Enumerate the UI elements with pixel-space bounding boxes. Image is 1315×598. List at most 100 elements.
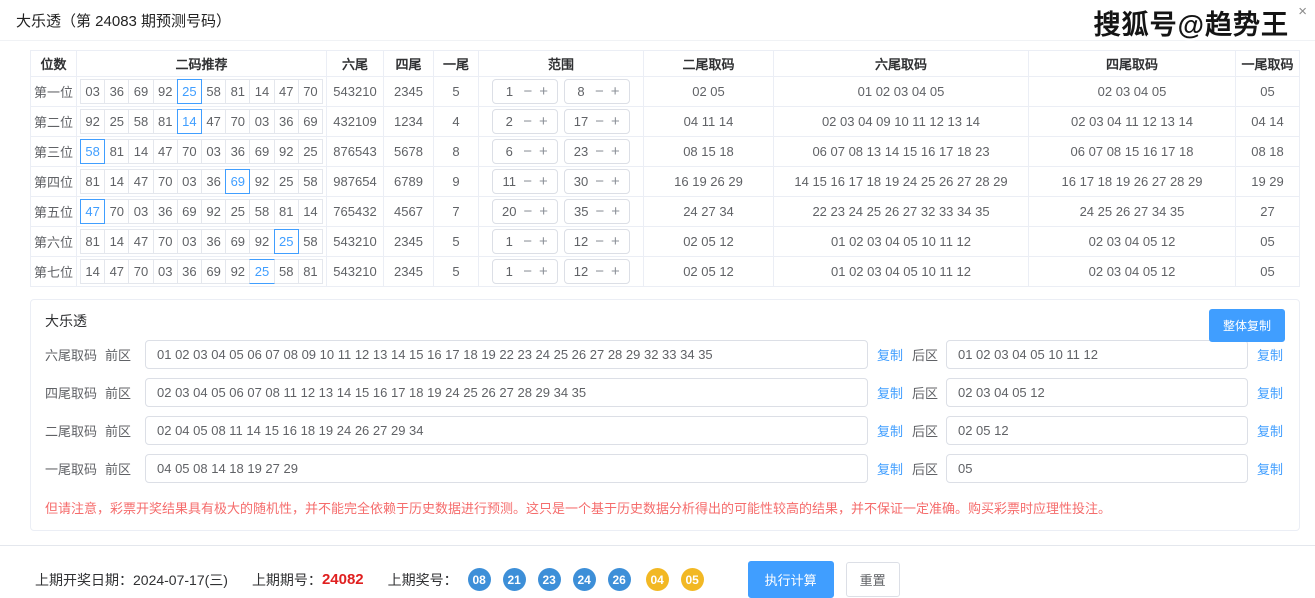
- code-cell[interactable]: 69: [177, 199, 202, 224]
- close-icon[interactable]: ×: [1298, 4, 1307, 19]
- code-cell[interactable]: 25: [274, 169, 299, 194]
- code-cell[interactable]: 58: [201, 79, 226, 104]
- code-cell[interactable]: 58: [249, 199, 274, 224]
- increment-button[interactable]: +: [539, 204, 548, 219]
- code-cell[interactable]: 03: [201, 139, 226, 164]
- code-cell[interactable]: 58: [274, 259, 299, 284]
- stepper-value[interactable]: 12: [574, 264, 588, 279]
- code-cell[interactable]: 58: [298, 169, 323, 194]
- decrement-button[interactable]: −: [595, 234, 604, 249]
- stepper-value[interactable]: 11: [502, 174, 516, 189]
- code-cell[interactable]: 58: [80, 139, 105, 164]
- copy-front-link[interactable]: 复制: [877, 421, 903, 440]
- code-cell[interactable]: 81: [80, 169, 105, 194]
- code-cell[interactable]: 81: [225, 79, 250, 104]
- code-cell[interactable]: 47: [128, 169, 153, 194]
- code-cell[interactable]: 70: [177, 139, 202, 164]
- code-cell[interactable]: 69: [298, 109, 323, 134]
- decrement-button[interactable]: −: [523, 264, 532, 279]
- increment-button[interactable]: +: [539, 84, 548, 99]
- decrement-button[interactable]: −: [595, 114, 604, 129]
- copy-back-link[interactable]: 复制: [1257, 421, 1283, 440]
- stepper-value[interactable]: 12: [574, 234, 588, 249]
- front-zone-input[interactable]: 02 04 05 08 11 14 15 16 18 19 24 26 27 2…: [145, 416, 868, 445]
- code-cell[interactable]: 47: [80, 199, 105, 224]
- code-cell[interactable]: 58: [128, 109, 153, 134]
- code-cell[interactable]: 36: [225, 139, 250, 164]
- decrement-button[interactable]: −: [595, 84, 604, 99]
- code-cell[interactable]: 92: [249, 229, 274, 254]
- code-cell[interactable]: 69: [225, 169, 250, 194]
- stepper-value[interactable]: 1: [502, 84, 516, 99]
- code-cell[interactable]: 47: [201, 109, 226, 134]
- decrement-button[interactable]: −: [595, 204, 604, 219]
- code-cell[interactable]: 92: [225, 259, 250, 284]
- code-cell[interactable]: 36: [104, 79, 129, 104]
- increment-button[interactable]: +: [611, 264, 620, 279]
- decrement-button[interactable]: −: [595, 144, 604, 159]
- code-cell[interactable]: 03: [177, 229, 202, 254]
- stepper-value[interactable]: 35: [574, 204, 588, 219]
- code-cell[interactable]: 03: [80, 79, 105, 104]
- decrement-button[interactable]: −: [595, 174, 604, 189]
- code-cell[interactable]: 69: [201, 259, 226, 284]
- code-cell[interactable]: 36: [201, 229, 226, 254]
- code-cell[interactable]: 69: [249, 139, 274, 164]
- code-cell[interactable]: 81: [80, 229, 105, 254]
- execute-button[interactable]: 执行计算: [748, 561, 834, 598]
- code-cell[interactable]: 92: [249, 169, 274, 194]
- code-cell[interactable]: 36: [201, 169, 226, 194]
- increment-button[interactable]: +: [611, 114, 620, 129]
- decrement-button[interactable]: −: [523, 174, 532, 189]
- code-cell[interactable]: 81: [274, 199, 299, 224]
- code-cell[interactable]: 47: [104, 259, 129, 284]
- front-zone-input[interactable]: 02 03 04 05 06 07 08 11 12 13 14 15 16 1…: [145, 378, 868, 407]
- code-cell[interactable]: 81: [153, 109, 178, 134]
- stepper-value[interactable]: 2: [502, 114, 516, 129]
- stepper-value[interactable]: 8: [574, 84, 588, 99]
- code-cell[interactable]: 25: [274, 229, 299, 254]
- code-cell[interactable]: 25: [225, 199, 250, 224]
- copy-back-link[interactable]: 复制: [1257, 383, 1283, 402]
- stepper-value[interactable]: 20: [502, 204, 516, 219]
- decrement-button[interactable]: −: [523, 144, 532, 159]
- stepper-value[interactable]: 30: [574, 174, 588, 189]
- code-cell[interactable]: 25: [249, 259, 274, 284]
- code-cell[interactable]: 69: [128, 79, 153, 104]
- copy-back-link[interactable]: 复制: [1257, 459, 1283, 478]
- code-cell[interactable]: 25: [177, 79, 202, 104]
- code-cell[interactable]: 70: [153, 169, 178, 194]
- increment-button[interactable]: +: [539, 144, 548, 159]
- code-cell[interactable]: 14: [104, 229, 129, 254]
- code-cell[interactable]: 81: [104, 139, 129, 164]
- stepper-value[interactable]: 6: [502, 144, 516, 159]
- code-cell[interactable]: 69: [225, 229, 250, 254]
- code-cell[interactable]: 92: [153, 79, 178, 104]
- code-cell[interactable]: 92: [274, 139, 299, 164]
- code-cell[interactable]: 03: [128, 199, 153, 224]
- increment-button[interactable]: +: [539, 264, 548, 279]
- code-cell[interactable]: 47: [274, 79, 299, 104]
- increment-button[interactable]: +: [611, 204, 620, 219]
- copy-front-link[interactable]: 复制: [877, 383, 903, 402]
- stepper-value[interactable]: 1: [502, 264, 516, 279]
- code-cell[interactable]: 03: [249, 109, 274, 134]
- code-cell[interactable]: 36: [153, 199, 178, 224]
- decrement-button[interactable]: −: [523, 114, 532, 129]
- decrement-button[interactable]: −: [523, 204, 532, 219]
- decrement-button[interactable]: −: [595, 264, 604, 279]
- code-cell[interactable]: 70: [225, 109, 250, 134]
- back-zone-input[interactable]: 01 02 03 04 05 10 11 12: [946, 340, 1248, 369]
- back-zone-input[interactable]: 02 03 04 05 12: [946, 378, 1248, 407]
- code-cell[interactable]: 58: [298, 229, 323, 254]
- code-cell[interactable]: 14: [80, 259, 105, 284]
- copy-back-link[interactable]: 复制: [1257, 345, 1283, 364]
- code-cell[interactable]: 14: [249, 79, 274, 104]
- increment-button[interactable]: +: [611, 84, 620, 99]
- code-cell[interactable]: 36: [274, 109, 299, 134]
- code-cell[interactable]: 70: [153, 229, 178, 254]
- code-cell[interactable]: 03: [177, 169, 202, 194]
- stepper-value[interactable]: 17: [574, 114, 588, 129]
- code-cell[interactable]: 36: [177, 259, 202, 284]
- back-zone-input[interactable]: 02 05 12: [946, 416, 1248, 445]
